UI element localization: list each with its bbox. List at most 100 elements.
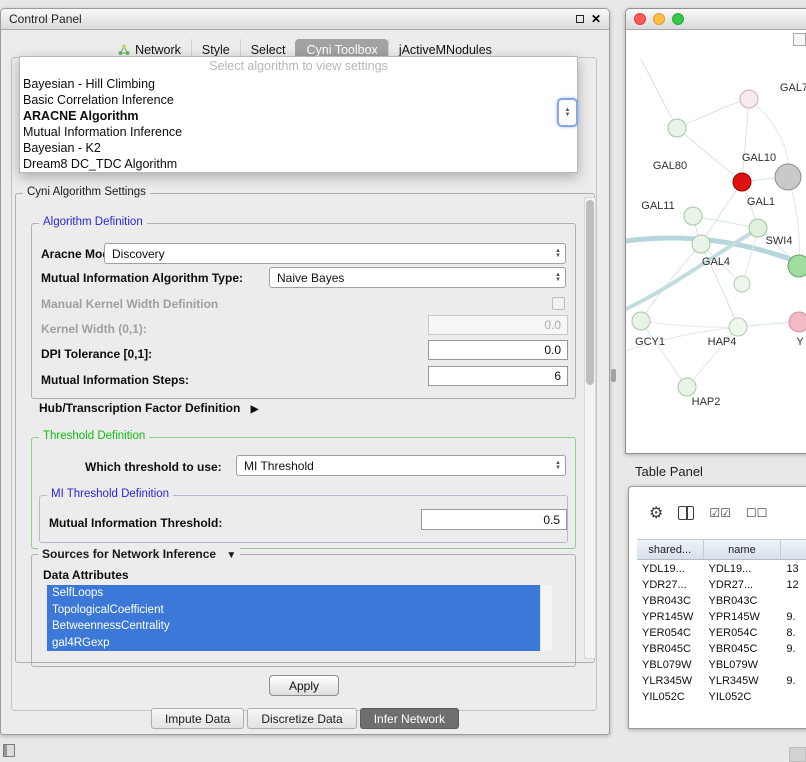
sources-expander[interactable]: Sources for Network Inference ▼ — [38, 547, 240, 561]
column-header-extra[interactable] — [781, 540, 806, 559]
algorithm-combo-stepper-icon[interactable]: ▲▼ — [557, 98, 578, 127]
list-scrollbar[interactable] — [540, 585, 552, 651]
tab-label: Cyni Toolbox — [306, 43, 377, 57]
network-edge[interactable] — [641, 59, 677, 128]
control-panel-titlebar[interactable]: Control Panel ✕ — [1, 9, 609, 30]
select-all-icon[interactable]: ☑☑ — [709, 506, 731, 520]
algorithm-option-bayesian-k2[interactable]: Bayesian - K2 — [20, 140, 577, 156]
hub-definition-label: Hub/Transcription Factor Definition — [39, 401, 240, 415]
mi-threshold-field[interactable]: 0.5 — [421, 509, 567, 530]
network-node[interactable] — [678, 378, 696, 396]
attribute-item-betweennesscentrality[interactable]: BetweennessCentrality — [47, 618, 540, 635]
minimize-traffic-light-icon[interactable] — [653, 13, 665, 25]
attribute-item-selfloops[interactable]: SelfLoops — [47, 585, 540, 602]
attribute-item-gal4rgexp[interactable]: gal4RGexp — [47, 635, 540, 652]
table-row[interactable]: YIL052CYIL052C — [637, 689, 806, 705]
table-row[interactable]: YDR27...YDR27...12 — [637, 577, 806, 593]
which-threshold-select[interactable]: MI Threshold ▲▼ — [236, 455, 566, 476]
mi-steps-field[interactable]: 6 — [428, 366, 568, 386]
table-header: shared...name — [637, 539, 806, 560]
column-header-shared[interactable]: shared... — [637, 540, 704, 559]
gear-icon[interactable]: ⚙ — [649, 503, 663, 523]
network-node[interactable] — [749, 219, 767, 237]
aracne-mode-select[interactable]: Discovery ▲▼ — [104, 243, 566, 264]
tab-label: Network — [135, 43, 181, 57]
algorithm-option-basic-correlation-inference[interactable]: Basic Correlation Inference — [20, 92, 577, 108]
column-header-name[interactable]: name — [704, 540, 782, 559]
table-cell: YER054C — [703, 627, 781, 639]
table-cell: 9. — [781, 611, 806, 623]
algorithm-placeholder-option[interactable]: Select algorithm to view settings — [20, 57, 577, 76]
close-window-icon[interactable]: ✕ — [591, 14, 601, 24]
panel-dock-icon[interactable] — [3, 744, 15, 757]
scrollbar-thumb[interactable] — [586, 200, 594, 385]
network-node[interactable] — [692, 235, 710, 253]
close-traffic-light-icon[interactable] — [634, 13, 646, 25]
bottom-tab-impute-data[interactable]: Impute Data — [151, 708, 244, 729]
network-edge[interactable] — [742, 99, 749, 182]
birdseye-toggle-icon[interactable] — [793, 33, 806, 46]
zoom-traffic-light-icon[interactable] — [672, 13, 684, 25]
node-label-gal4: GAL4 — [702, 256, 730, 268]
network-node[interactable] — [740, 90, 758, 108]
float-window-icon[interactable] — [576, 15, 584, 23]
node-label-gcy1: GCY1 — [635, 336, 665, 348]
columns-icon[interactable] — [678, 506, 694, 520]
node-label-gal80: GAL80 — [653, 160, 687, 172]
table-row[interactable]: YPR145WYPR145W9. — [637, 609, 806, 625]
tab-label: Style — [202, 43, 230, 57]
table-panel-window: ⚙ ☑☑ ☐☐ shared...name YDL19...YDL19...13… — [628, 486, 806, 729]
network-node[interactable] — [789, 312, 806, 332]
table-cell: YLR345W — [637, 675, 703, 687]
network-node[interactable] — [775, 164, 801, 190]
dpi-tolerance-field[interactable]: 0.0 — [428, 340, 568, 360]
network-edge[interactable] — [677, 128, 742, 182]
bottom-tab-discretize-data[interactable]: Discretize Data — [247, 708, 356, 729]
network-node[interactable] — [668, 119, 686, 137]
kernel-width-field[interactable]: 0.0 — [428, 315, 568, 335]
node-label-y: Y — [796, 336, 804, 348]
deselect-all-icon[interactable]: ☐☐ — [746, 506, 768, 520]
table-row[interactable]: YDL19...YDL19...13 — [637, 561, 806, 577]
table-row[interactable]: YBR043CYBR043C — [637, 593, 806, 609]
network-node[interactable] — [734, 276, 750, 292]
network-edge[interactable] — [693, 216, 758, 228]
manual-kernel-width-checkbox[interactable] — [552, 297, 565, 310]
network-node[interactable] — [729, 318, 747, 336]
mi-algorithm-type-select[interactable]: Naive Bayes ▲▼ — [269, 267, 566, 288]
expand-right-icon: ▶ — [251, 404, 259, 415]
network-node[interactable] — [632, 312, 650, 330]
hub-definition-expander[interactable]: Hub/Transcription Factor Definition ▶ — [39, 401, 258, 415]
network-node[interactable] — [788, 255, 806, 277]
algorithm-option-aracne-algorithm[interactable]: ARACNE Algorithm — [20, 108, 577, 124]
network-edge[interactable] — [641, 321, 738, 327]
network-node[interactable] — [684, 207, 702, 225]
table-cell: YDR27... — [703, 579, 781, 591]
splitter-handle[interactable] — [611, 369, 616, 382]
algorithm-option-mutual-information-inference[interactable]: Mutual Information Inference — [20, 124, 577, 140]
attribute-item-topologicalcoefficient[interactable]: TopologicalCoefficient — [47, 602, 540, 619]
dpi-tolerance-label: DPI Tolerance [0,1]: — [41, 347, 152, 361]
table-cell: YER054C — [637, 627, 703, 639]
table-row[interactable]: YBR045CYBR045C9. — [637, 641, 806, 657]
settings-scrollbar[interactable] — [584, 197, 596, 659]
algorithm-option-dream8-dc-tdc-algorithm[interactable]: Dream8 DC_TDC Algorithm — [20, 156, 577, 172]
network-edge[interactable] — [677, 99, 749, 128]
network-graph[interactable]: GAL80GAL10GAL7GAL11GAL1SWI4GAL4GCY1HAP4Y… — [626, 31, 806, 454]
network-edge[interactable] — [701, 182, 742, 244]
network-node[interactable] — [733, 173, 751, 191]
network-window-titlebar[interactable] — [626, 9, 806, 30]
table-cell: YBR045C — [637, 643, 703, 655]
tab-label: jActiveMNodules — [399, 43, 492, 57]
apply-button[interactable]: Apply — [269, 675, 339, 696]
table-row[interactable]: YLR345WYLR345W9. — [637, 673, 806, 689]
data-attributes-list[interactable]: SelfLoopsTopologicalCoefficientBetweenne… — [47, 585, 552, 651]
table-row[interactable]: YER054CYER054C8. — [637, 625, 806, 641]
bottom-tab-infer-network[interactable]: Infer Network — [360, 708, 459, 729]
network-edge[interactable] — [641, 321, 687, 387]
expand-down-icon: ▼ — [226, 550, 236, 561]
table-row[interactable]: YBL079WYBL079W — [637, 657, 806, 673]
algorithm-option-bayesian-hill-climbing[interactable]: Bayesian - Hill Climbing — [20, 76, 577, 92]
resize-grip[interactable] — [789, 747, 806, 762]
mi-algorithm-type-label: Mutual Information Algorithm Type: — [41, 271, 243, 285]
